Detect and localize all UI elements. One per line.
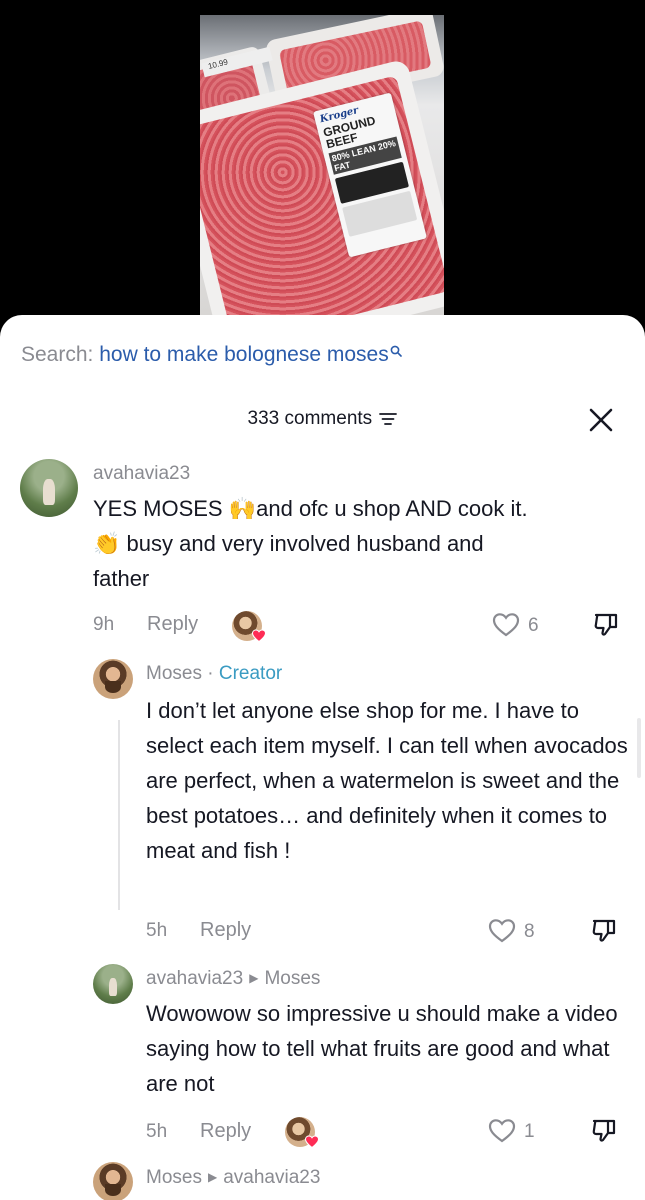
comment-text-part: and ofc u shop AND cook it. [256,496,528,521]
reply-arrow-icon: ▶ [207,1170,218,1184]
heart-icon [305,1135,319,1149]
comment-actions: 5h Reply 8 [0,911,645,951]
dislike-icon[interactable] [590,1117,618,1145]
comment-username[interactable]: avahavia23 [93,463,190,485]
close-icon[interactable] [587,406,615,434]
comments-count[interactable]: 333 comments [0,408,645,430]
comment-username[interactable]: Moses [146,1167,202,1188]
comment-text: I don’t let anyone else shop for me. I h… [146,698,628,863]
reply-arrow-icon: ▶ [249,971,259,985]
comment-text-part: father [93,566,150,591]
comment-reply-item: avahavia23 ▶ Moses Wowowow so impressive u… [0,960,645,1150]
like-heart-icon[interactable] [488,1118,516,1144]
search-prefix: Search: [21,343,100,366]
comment-username[interactable]: Moses [146,663,202,684]
heart-icon [252,629,266,643]
like-heart-icon[interactable] [488,918,516,944]
comment-text-part: YES MOSES [93,496,229,521]
reply-to-username[interactable]: Moses [264,968,320,989]
comments-sheet: Search: how to make bolognese moses 333 … [0,315,645,1200]
comments-count-label: 333 comments [247,408,373,429]
search-icon [390,345,402,357]
comment-reply-item: Moses · Creator I don’t let anyone else … [0,655,645,945]
video-thumbnail[interactable]: 10.99 Kroger GROUND BEEF 80% LEAN 20% FA… [200,15,444,315]
creator-badge: Creator [218,663,283,684]
reply-to-username[interactable]: avahavia23 [223,1167,320,1188]
comment-username-row: avahavia23 ▶ Moses [146,968,320,990]
dislike-icon[interactable] [590,917,618,945]
avatar[interactable] [20,459,78,517]
comments-header: 333 comments [0,400,645,440]
like-count: 8 [524,921,535,942]
comment-item: avahavia23 YES MOSES 🙌and ofc u shop AND… [0,455,645,645]
comment-username-row: Moses · Creator [146,663,282,685]
sort-filter-icon[interactable] [379,412,398,426]
comment-username[interactable]: avahavia23 [146,968,243,989]
scrollbar[interactable] [637,718,641,778]
avatar[interactable] [93,964,133,1004]
avatar[interactable] [93,659,133,699]
search-query-link[interactable]: how to make bolognese moses [99,343,389,366]
video-player[interactable]: 10.99 Kroger GROUND BEEF 80% LEAN 20% FA… [0,0,645,330]
creator-liked-avatar [285,1117,319,1149]
creator-liked-avatar [232,611,266,643]
search-suggestion[interactable]: Search: how to make bolognese moses [21,343,402,367]
comment-time: 5h [146,1121,168,1142]
like-count: 6 [528,615,539,636]
comment-text: Wowowow so impressive u should make a vi… [146,1001,618,1096]
dislike-icon[interactable] [592,611,620,639]
reply-button[interactable]: Reply [200,1120,251,1143]
raising-hands-emoji: 🙌 [228,496,257,521]
comment-time-display: 5h [146,920,168,941]
thread-line [118,720,120,910]
comment-reply-item: Moses ▶ avahavia23 [0,1160,645,1200]
reply-button[interactable]: Reply [147,613,198,636]
comment-username-row: Moses ▶ avahavia23 [146,1167,320,1189]
reply-button[interactable]: Reply [200,919,251,942]
like-count: 1 [524,1121,535,1142]
comment-time: 9h [93,614,115,635]
like-heart-icon[interactable] [492,612,520,638]
comment-text: YES MOSES 🙌and ofc u shop AND cook it. 👏… [93,491,623,596]
username-separator: · [201,663,219,684]
clapping-hands-emoji: 👏 [93,531,121,556]
avatar[interactable] [93,1162,133,1200]
comment-text-part: busy and very involved husband and [120,531,484,556]
